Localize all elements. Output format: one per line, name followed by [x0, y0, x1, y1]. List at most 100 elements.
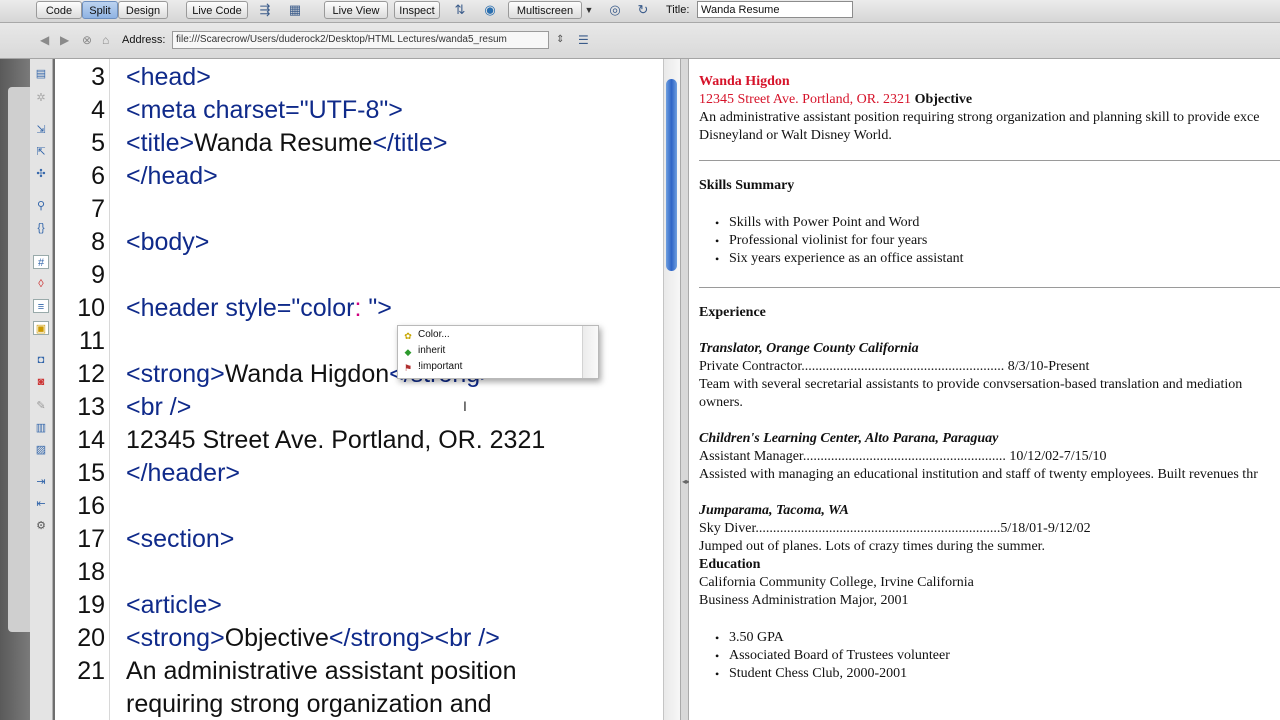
back-arrow-icon[interactable]: ◀: [40, 33, 49, 47]
collapse-selection-icon[interactable]: ⇱: [33, 145, 49, 159]
visual-aids-icon[interactable]: ◎: [604, 2, 626, 18]
code-line[interactable]: 13 <br />: [55, 391, 663, 424]
code-line[interactable]: 14 12345 Street Ave. Portland, OR. 2321: [55, 424, 663, 457]
title-input[interactable]: [697, 1, 853, 18]
address-bar: ◀ ▶ ⊗ ⌂ Address: file:///Scarecrow/Users…: [0, 23, 1280, 59]
objective-text-2: Disneyland or Walt Disney World.: [699, 128, 892, 143]
code-tag: <header style="color: [126, 294, 355, 322]
line-numbers-icon[interactable]: #: [33, 255, 49, 269]
syntax-coloring-icon[interactable]: ▣: [33, 321, 49, 335]
code-editor[interactable]: 3 <head> 4 <meta charset="UTF-8"> 5 <title>Wa…: [55, 59, 663, 720]
validate-markup-icon[interactable]: ▦: [284, 2, 306, 18]
stop-icon[interactable]: ⊗: [82, 33, 92, 47]
code-line[interactable]: 8 <body>: [55, 226, 663, 259]
code-line[interactable]: 4 <meta charset="UTF-8">: [55, 94, 663, 127]
code-text: <meta charset="UTF-8">: [126, 94, 403, 127]
line-number: 11: [79, 327, 105, 355]
live-code-button[interactable]: Live Code: [186, 1, 248, 19]
code-text: <head>: [126, 61, 211, 94]
split-view-button[interactable]: Split: [82, 1, 118, 19]
code-line[interactable]: 10 <header style="color: ">: [55, 292, 663, 325]
coding-toolbar: ▤ ✲ ⇲ ⇱ ✣ ⚲ {} # ◊ ≡ ▣ ◘ ◙ ✎ ▥ ▨ ⇥ ⇤ ⚙: [30, 59, 53, 720]
balance-braces-icon[interactable]: {}: [33, 221, 49, 235]
expand-all-icon[interactable]: ✣: [33, 167, 49, 181]
code-text: <article>: [126, 589, 222, 622]
list-item: 3.50 GPA: [729, 630, 784, 645]
wrap-tag-icon[interactable]: ✎: [33, 399, 49, 413]
design-view-button[interactable]: Design: [118, 1, 168, 19]
file-transfer-icon[interactable]: ⇅: [450, 2, 470, 18]
code-vertical-scrollbar[interactable]: [663, 59, 680, 720]
title-label: Title:: [666, 4, 690, 16]
desktop-background: [0, 59, 30, 720]
code-line[interactable]: 19 <article>: [55, 589, 663, 622]
word-wrap-icon[interactable]: ≡: [33, 299, 49, 313]
show-code-navigator-icon[interactable]: ✲: [33, 91, 49, 105]
code-line[interactable]: 17 <section>: [55, 523, 663, 556]
code-line[interactable]: 5 <title>Wanda Resume</title>: [55, 127, 663, 160]
code-line[interactable]: 15 </header>: [55, 457, 663, 490]
open-documents-icon[interactable]: ▤: [33, 67, 49, 81]
address-stepper-icon[interactable]: ⇕: [556, 33, 564, 47]
text-cursor-icon: I: [463, 398, 467, 414]
line-number: 12: [77, 360, 105, 388]
inspect-button[interactable]: Inspect: [394, 1, 440, 19]
code-line[interactable]: 20 <strong>Objective</strong><br />: [55, 622, 663, 655]
code-tag: <section>: [126, 525, 235, 553]
live-view-button[interactable]: Live View: [324, 1, 388, 19]
code-hint-item[interactable]: ◆ inherit: [398, 343, 581, 359]
list-item: Associated Board of Trustees volunteer: [729, 648, 950, 663]
code-tag: <article>: [126, 591, 222, 619]
remove-comment-icon[interactable]: ◙: [33, 375, 49, 389]
code-hint-item[interactable]: ⚑ !important: [398, 359, 581, 375]
job-role: Sky Diver...............................…: [699, 521, 1091, 536]
list-item: Six years experience as an office assist…: [729, 251, 964, 266]
bullet-icon: •: [715, 667, 720, 681]
code-hint-item[interactable]: ✿ Color...: [398, 327, 581, 343]
move-css-icon[interactable]: ▨: [33, 443, 49, 457]
view-options-icon[interactable]: ☰: [578, 33, 589, 47]
refresh-icon[interactable]: ↻: [634, 2, 652, 18]
code-line[interactable]: 18: [55, 556, 663, 589]
recent-snippets-icon[interactable]: ▥: [33, 421, 49, 435]
bullet-icon: •: [715, 234, 720, 248]
code-line[interactable]: requiring strong organization and: [55, 688, 663, 720]
scrollbar-thumb[interactable]: [666, 79, 677, 271]
code-text: An administrative assistant position: [126, 655, 516, 688]
bullet-icon: •: [715, 216, 720, 230]
address-input[interactable]: file:///Scarecrow/Users/duderock2/Deskto…: [172, 31, 549, 49]
code-line[interactable]: 9: [55, 259, 663, 292]
indent-code-icon[interactable]: ⇥: [33, 475, 49, 489]
check-browser-icon[interactable]: ⇶: [254, 2, 276, 18]
objective-text-1: An administrative assistant position req…: [699, 110, 1260, 125]
code-line[interactable]: 3 <head>: [55, 61, 663, 94]
format-source-icon[interactable]: ⚙: [33, 519, 49, 533]
code-line[interactable]: 16: [55, 490, 663, 523]
code-line[interactable]: 21 An administrative assistant position: [55, 655, 663, 688]
preview-globe-icon[interactable]: ◉: [478, 2, 502, 18]
code-hint-list: ✿ Color... ◆ inherit ⚑ !important: [398, 326, 581, 378]
code-line[interactable]: 6 </head>: [55, 160, 663, 193]
code-tag: <br />: [126, 393, 192, 421]
home-icon[interactable]: ⌂: [102, 33, 109, 47]
chevron-down-icon[interactable]: ▼: [582, 2, 596, 18]
line-number: 21: [77, 657, 105, 685]
line-number: 4: [91, 96, 105, 124]
apply-comment-icon[interactable]: ◘: [33, 353, 49, 367]
multiscreen-button[interactable]: Multiscreen: [508, 1, 582, 19]
color-wheel-icon: ✿: [404, 331, 412, 341]
forward-arrow-icon[interactable]: ▶: [60, 33, 69, 47]
code-hint-scrollbar[interactable]: [582, 326, 598, 378]
code-text: <header style="color: ">: [126, 292, 392, 325]
section-divider: [699, 287, 1280, 288]
split-divider[interactable]: ◂▸: [680, 59, 690, 720]
highlight-invalid-code-icon[interactable]: ◊: [33, 277, 49, 291]
select-parent-tag-icon[interactable]: ⚲: [33, 199, 49, 213]
collapse-tag-icon[interactable]: ⇲: [33, 123, 49, 137]
line-number: 16: [77, 492, 105, 520]
outdent-code-icon[interactable]: ⇤: [33, 497, 49, 511]
code-line[interactable]: 7: [55, 193, 663, 226]
job-description: Jumped out of planes. Lots of crazy time…: [699, 539, 1046, 554]
code-tag: </head>: [126, 162, 218, 190]
code-view-button[interactable]: Code: [36, 1, 82, 19]
